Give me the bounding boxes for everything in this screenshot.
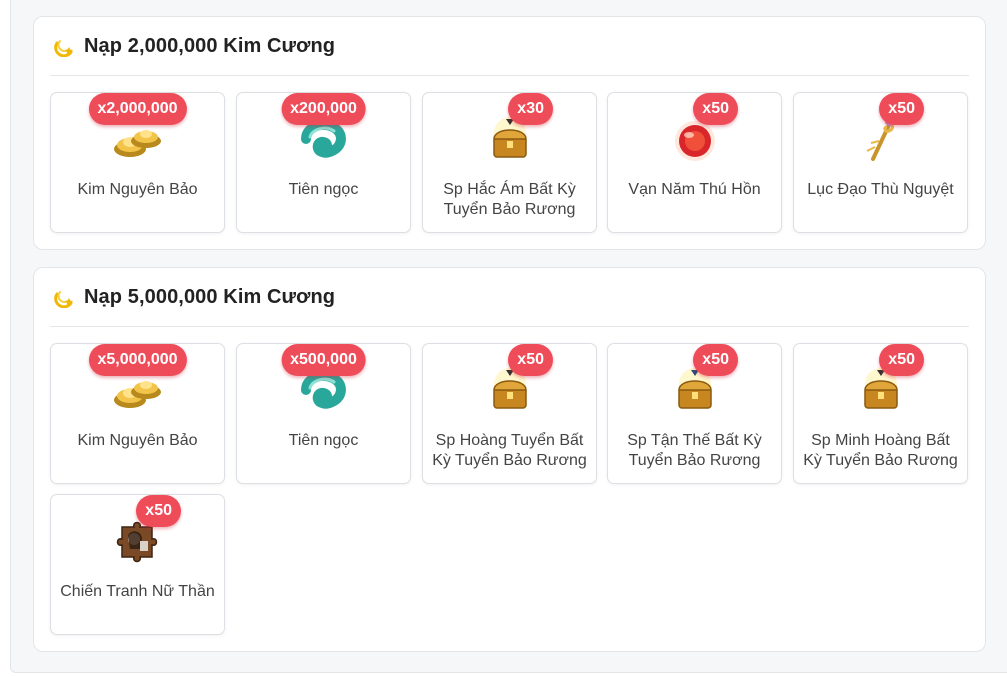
- reward-card[interactable]: x50 Sp Tận Thế Bất Kỳ Tuyển Bảo Rương: [607, 343, 782, 484]
- quantity-badge: x2,000,000: [88, 93, 187, 125]
- item-name: Tiên ngọc: [288, 181, 359, 198]
- quantity-badge: x50: [136, 495, 181, 527]
- quantity-badge: x500,000: [281, 344, 366, 376]
- reward-card[interactable]: x500,000 Tiên ngọc: [236, 343, 411, 484]
- quantity-badge: x5,000,000: [88, 344, 187, 376]
- reward-card[interactable]: x5,000,000 Kim Nguyên Bảo: [50, 343, 225, 484]
- item-name: Sp Minh Hoàng Bất Kỳ Tuyển Bảo Rương: [803, 432, 958, 469]
- item-name: Vạn Năm Thú Hồn: [628, 181, 761, 198]
- reward-section-5m: Nạp 5,000,000 Kim Cương x5,000,000 Kim N…: [33, 267, 986, 652]
- quantity-badge: x50: [693, 344, 738, 376]
- quantity-badge: x50: [879, 344, 924, 376]
- quantity-badge: x200,000: [281, 93, 366, 125]
- quantity-badge: x50: [508, 344, 553, 376]
- section-title: Nạp 5,000,000 Kim Cương: [84, 285, 336, 308]
- item-name: Sp Tận Thế Bất Kỳ Tuyển Bảo Rương: [627, 432, 762, 469]
- quantity-badge: x50: [693, 93, 738, 125]
- item-name: Sp Hắc Ám Bất Kỳ Tuyển Bảo Rương: [443, 181, 576, 218]
- reward-card[interactable]: x50 Vạn Năm Thú Hồn: [607, 92, 782, 233]
- shooting-star-icon: [53, 35, 75, 57]
- shooting-star-icon: [53, 286, 75, 308]
- quantity-badge: x50: [879, 93, 924, 125]
- item-name: Kim Nguyên Bảo: [77, 181, 198, 198]
- section-title: Nạp 2,000,000 Kim Cương: [84, 34, 336, 57]
- reward-card[interactable]: x50 Chiến Tranh Nữ Thần: [50, 494, 225, 635]
- item-name: Sp Hoàng Tuyển Bất Kỳ Tuyển Bảo Rương: [432, 432, 587, 469]
- quantity-badge: x30: [508, 93, 553, 125]
- reward-card[interactable]: x50 Sp Minh Hoàng Bất Kỳ Tuyển Bảo Rương: [793, 343, 968, 484]
- item-name: Kim Nguyên Bảo: [77, 432, 198, 449]
- reward-card[interactable]: x50 Sp Hoàng Tuyển Bất Kỳ Tuyển Bảo Rươn…: [422, 343, 597, 484]
- reward-card[interactable]: x200,000 Tiên ngọc: [236, 92, 411, 233]
- reward-card[interactable]: x30 Sp Hắc Ám Bất Kỳ Tuyển Bảo Rương: [422, 92, 597, 233]
- item-name: Tiên ngọc: [288, 432, 359, 449]
- reward-section-2m: Nạp 2,000,000 Kim Cương x2,000,000 Kim N…: [33, 16, 986, 250]
- reward-card[interactable]: x50 Lục Đạo Thù Nguyệt: [793, 92, 968, 233]
- section-header: Nạp 5,000,000 Kim Cương: [50, 268, 969, 327]
- section-header: Nạp 2,000,000 Kim Cương: [50, 17, 969, 76]
- item-name: Lục Đạo Thù Nguyệt: [807, 181, 954, 198]
- item-name: Chiến Tranh Nữ Thần: [60, 583, 215, 600]
- reward-card[interactable]: x2,000,000 Kim Nguyên Bảo: [50, 92, 225, 233]
